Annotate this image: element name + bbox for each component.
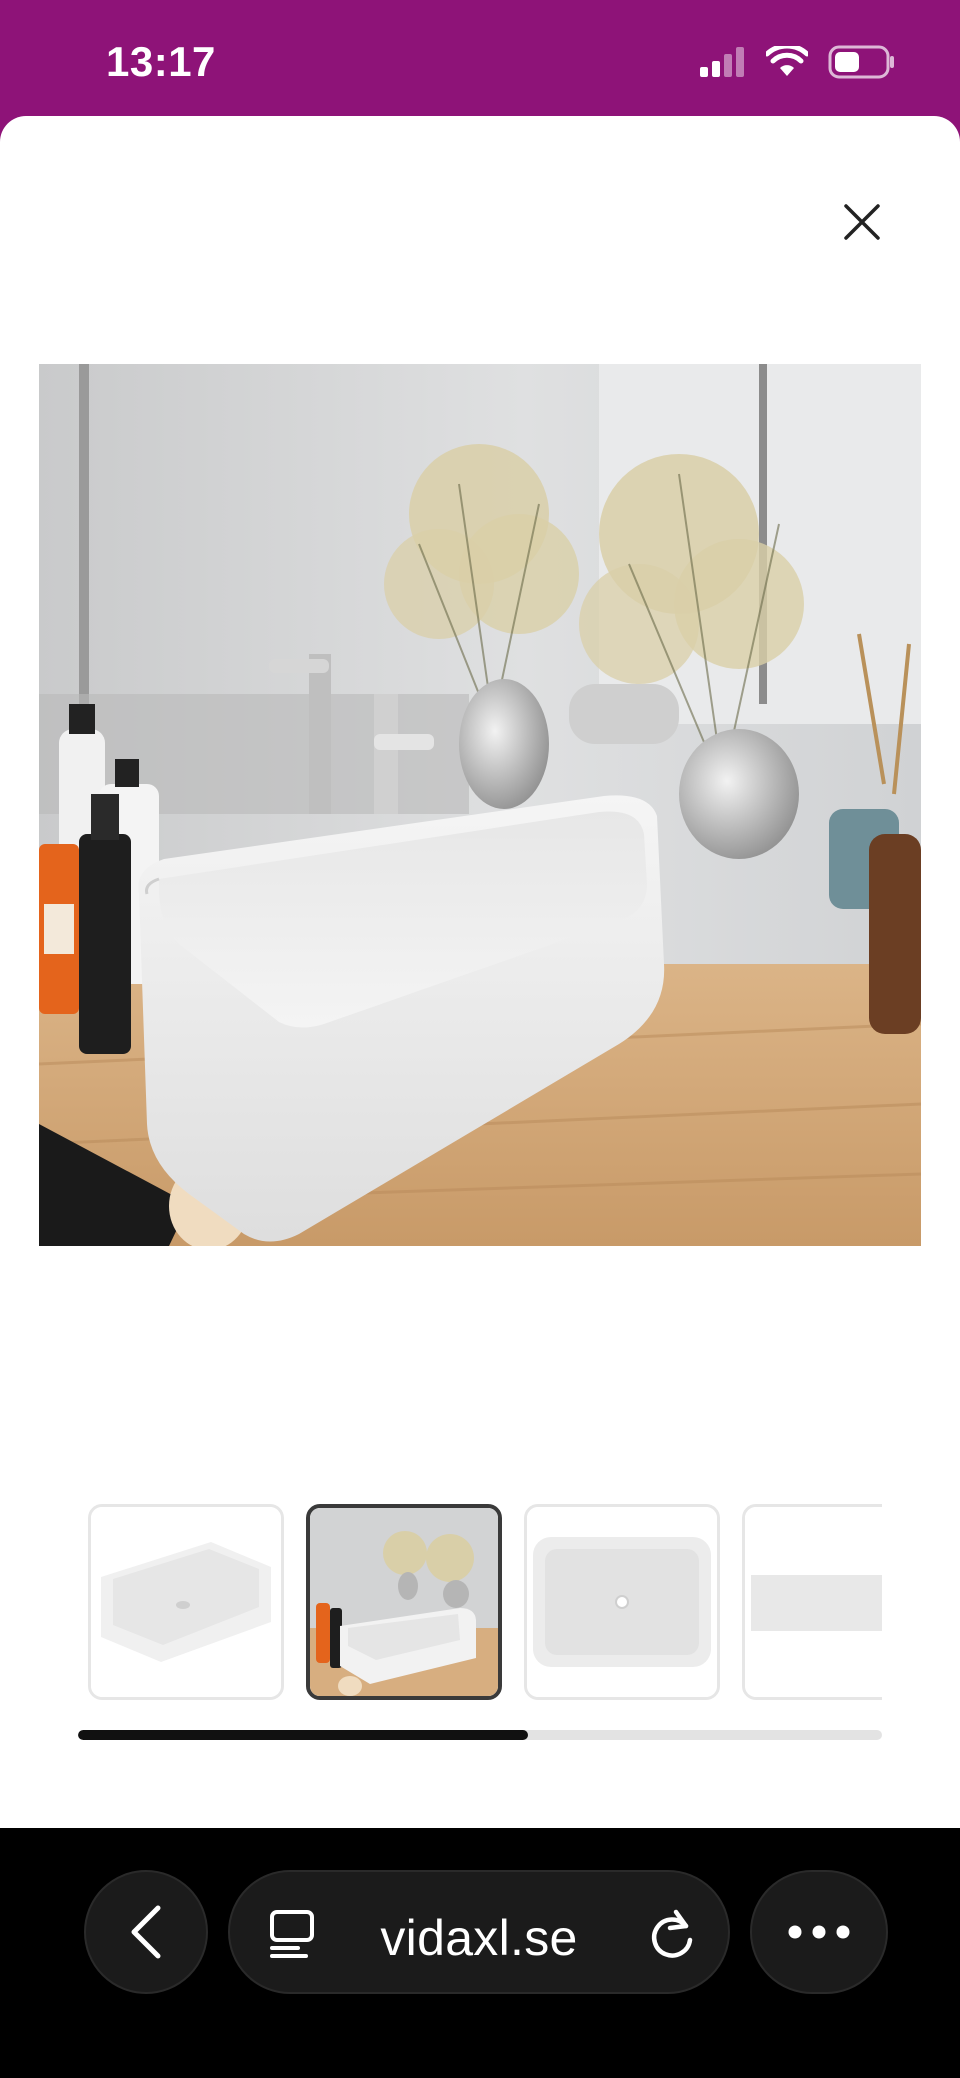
- cellular-signal-icon: [700, 47, 744, 77]
- bathroom-sink-illustration: [39, 364, 921, 1246]
- browser-bottom-bar: vidaxl.se: [0, 1828, 960, 2078]
- status-time: 13:17: [106, 38, 216, 85]
- close-icon: [844, 204, 880, 240]
- wifi-icon: [766, 46, 808, 76]
- thumbnail-basin-top-image: [527, 1507, 717, 1697]
- battery-icon: [828, 45, 894, 79]
- thumbnail-basin-top[interactable]: [524, 1504, 720, 1700]
- thumbnail-basin-bathroom-image: [310, 1508, 498, 1696]
- thumbnail-basin-side[interactable]: [742, 1504, 882, 1700]
- thumbnail-strip: [86, 1504, 882, 1704]
- thumbnail-basin-side-image: [745, 1507, 882, 1697]
- reload-icon[interactable]: [646, 1906, 698, 1962]
- thumbnail-scroll-progress: [78, 1730, 882, 1740]
- thumbnail-basin-angle[interactable]: [88, 1504, 284, 1700]
- thumbnail-scroll-progress-fill: [78, 1730, 528, 1740]
- status-icons: [700, 44, 896, 80]
- back-button[interactable]: [84, 1870, 208, 1994]
- product-main-image[interactable]: [39, 364, 921, 1246]
- address-bar[interactable]: vidaxl.se: [228, 1870, 730, 1994]
- status-bar: 13:17: [0, 0, 960, 118]
- more-button[interactable]: [750, 1870, 888, 1994]
- thumbnail-basin-bathroom[interactable]: [306, 1504, 502, 1700]
- image-viewer-sheet: [0, 116, 960, 1828]
- thumbnail-basin-angle-image: [91, 1507, 281, 1697]
- more-dots-icon: [788, 1925, 850, 1939]
- chevron-left-icon: [131, 1905, 161, 1959]
- close-button[interactable]: [838, 194, 886, 250]
